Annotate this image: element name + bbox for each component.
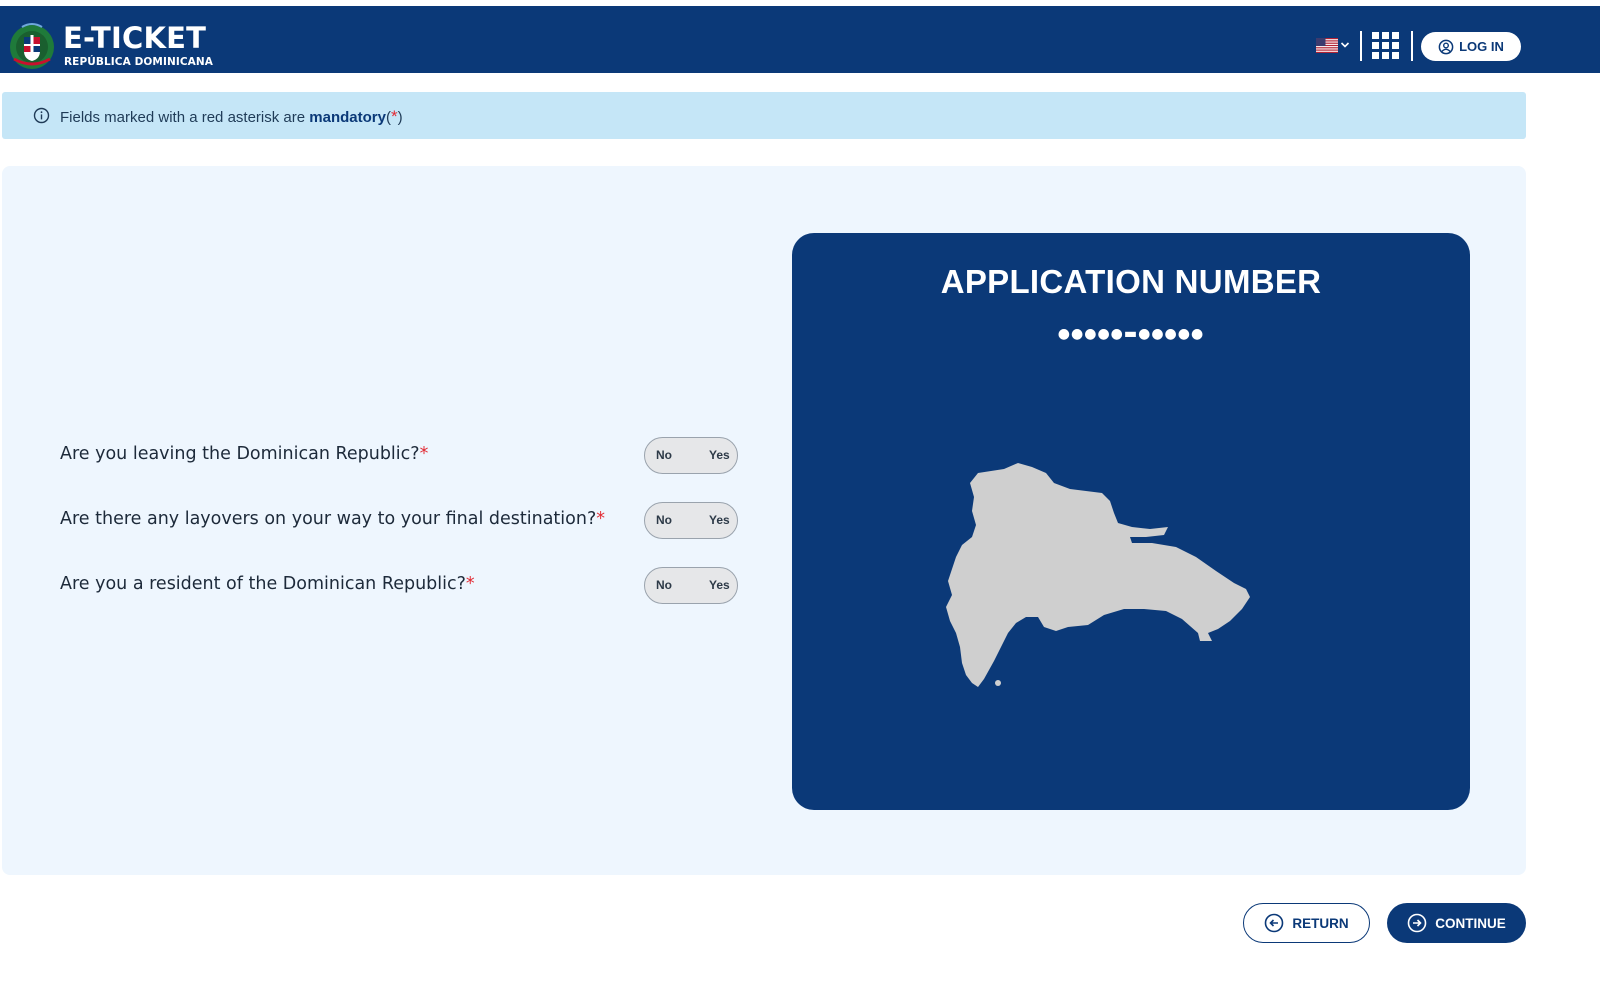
application-number-title: APPLICATION NUMBER — [940, 263, 1322, 300]
chevron-down-icon — [1340, 42, 1350, 48]
info-icon — [33, 107, 50, 124]
toggle-option-yes[interactable]: Yes — [709, 448, 730, 462]
site-header: E-TICKET REPÚBLICA DOMINICANA LOG IN — [0, 6, 1600, 73]
masked-application-number: ●●●●●▬●●●●● — [1057, 326, 1205, 342]
required-asterisk: * — [465, 574, 475, 594]
required-asterisk: * — [596, 509, 605, 529]
application-number-card: APPLICATION NUMBER ●●●●●▬●●●●● — [792, 233, 1470, 810]
language-selector[interactable] — [1316, 36, 1352, 56]
notice-text-before: Fields marked with a red asterisk are — [60, 109, 310, 126]
arrow-right-circle-icon — [1407, 913, 1427, 933]
toggle-option-no[interactable]: No — [656, 578, 672, 592]
logo-title: E-TICKET — [63, 21, 207, 55]
coat-of-arms-icon — [10, 23, 54, 69]
apps-grid-icon[interactable] — [1372, 32, 1400, 60]
login-button[interactable]: LOG IN — [1421, 32, 1521, 61]
continue-button[interactable]: CONTINUE — [1387, 903, 1526, 943]
notice-close-paren: ) — [397, 109, 403, 126]
toggle-option-yes[interactable]: Yes — [709, 513, 730, 527]
question-resident: Are you a resident of the Dominican Repu… — [60, 574, 475, 594]
mandatory-fields-notice: Fields marked with a red asterisk are ma… — [2, 92, 1526, 139]
question-label: Are you a resident of the Dominican Repu… — [60, 574, 466, 594]
leaving-toggle[interactable]: No Yes — [644, 437, 738, 474]
dominican-republic-map — [946, 463, 1250, 687]
logo-subtitle: REPÚBLICA DOMINICANA — [64, 56, 214, 68]
question-layovers: Are there any layovers on your way to yo… — [60, 509, 605, 529]
arrow-left-circle-icon — [1265, 913, 1284, 933]
toggle-option-yes[interactable]: Yes — [709, 578, 730, 592]
required-asterisk: * — [419, 444, 429, 464]
application-number-value: ●●●●●▬●●●●● — [792, 325, 1470, 343]
us-flag-icon — [1316, 38, 1338, 53]
notice-asterisk: * — [390, 107, 398, 126]
notice-mandatory: mandatory — [309, 109, 386, 126]
notice-text: Fields marked with a red asterisk are ma… — [60, 107, 403, 127]
question-leaving: Are you leaving the Dominican Republic?* — [60, 444, 428, 464]
return-label: RETURN — [1292, 915, 1349, 931]
user-circle-icon — [1438, 39, 1454, 54]
toggle-option-no[interactable]: No — [656, 448, 672, 462]
login-label: LOG IN — [1459, 39, 1504, 54]
header-divider — [1411, 31, 1413, 61]
header-divider — [1360, 31, 1362, 61]
layovers-toggle[interactable]: No Yes — [644, 502, 738, 539]
resident-toggle[interactable]: No Yes — [644, 567, 738, 604]
question-label: Are there any layovers on your way to yo… — [60, 509, 597, 529]
question-label: Are you leaving the Dominican Republic? — [60, 444, 420, 464]
return-button[interactable]: RETURN — [1243, 903, 1370, 943]
toggle-option-no[interactable]: No — [656, 513, 672, 527]
continue-label: CONTINUE — [1435, 915, 1506, 931]
